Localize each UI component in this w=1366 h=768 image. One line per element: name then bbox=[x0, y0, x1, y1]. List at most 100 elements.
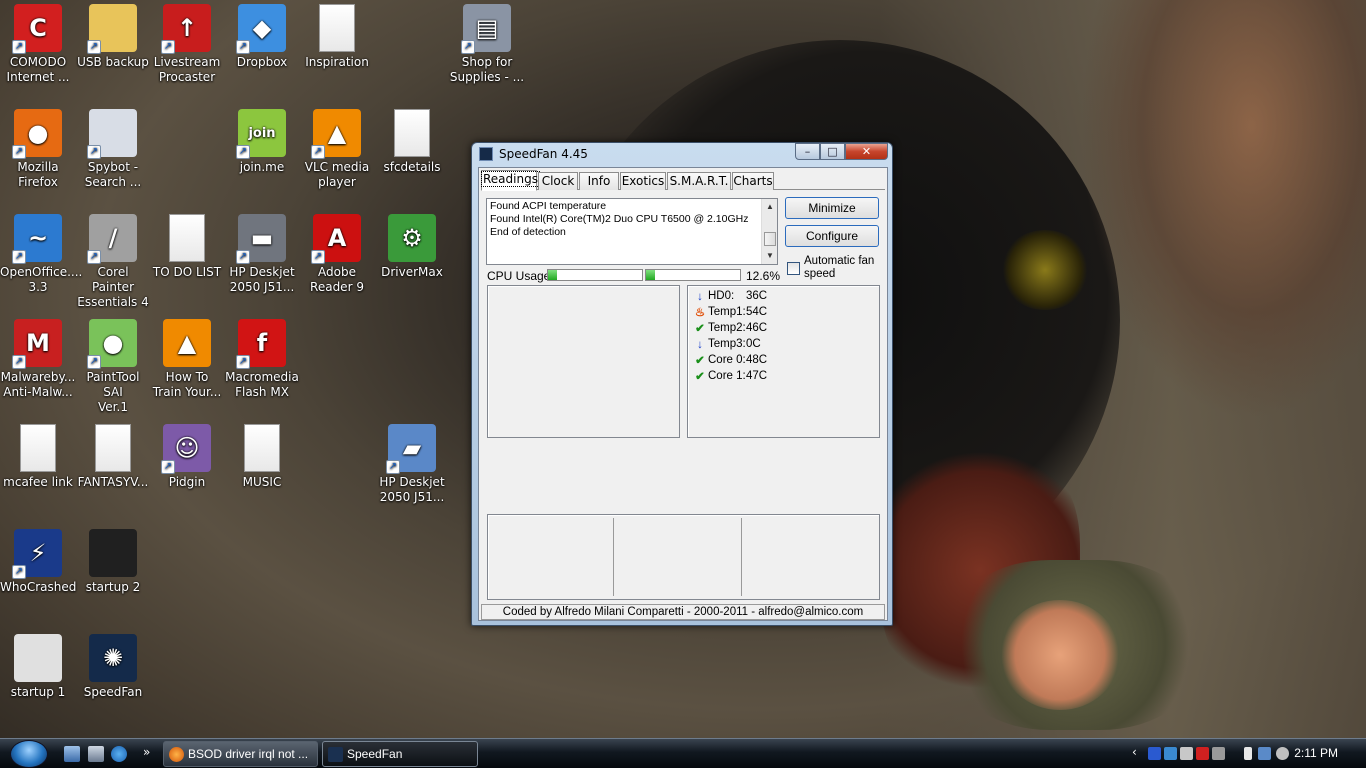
desktop-icon[interactable]: A ↗ Adobe Reader 9 bbox=[299, 210, 375, 295]
flash-icon: f ↗ bbox=[236, 319, 286, 369]
desktop-icon[interactable]: M ↗ Malwareby... Anti-Malw... bbox=[0, 315, 76, 400]
start-button[interactable] bbox=[10, 740, 48, 768]
desktop-icon[interactable]: ● ↗ Mozilla Firefox bbox=[0, 105, 76, 190]
log-scrollbar[interactable]: ▲ ▼ bbox=[761, 199, 777, 264]
detection-log[interactable]: Found ACPI temperature Found Intel(R) Co… bbox=[486, 198, 778, 265]
cpu-usage-bar bbox=[645, 269, 741, 281]
minimize-window-button[interactable]: – bbox=[795, 143, 820, 160]
battery-icon[interactable] bbox=[1244, 747, 1252, 760]
scroll-thumb[interactable] bbox=[764, 232, 776, 246]
desktop-icon-label: SpeedFan bbox=[83, 685, 143, 699]
configure-button[interactable]: Configure bbox=[785, 225, 879, 247]
desktop-icon-label: sfcdetails bbox=[383, 160, 441, 174]
log-line: Found ACPI temperature bbox=[490, 200, 607, 212]
show-desktop-icon[interactable] bbox=[64, 746, 80, 762]
quicklaunch-overflow-icon[interactable]: » bbox=[143, 745, 150, 759]
desktop-icon[interactable]: ▬ ↗ HP Deskjet 2050 J51... bbox=[224, 210, 300, 295]
desktop-icon[interactable]: FANTASYV... bbox=[75, 420, 151, 490]
desktop-icon-label: HP Deskjet 2050 J51... bbox=[379, 475, 445, 504]
device-icon[interactable] bbox=[1180, 747, 1193, 760]
volume-icon[interactable] bbox=[1276, 747, 1289, 760]
sensor-name: HD0: bbox=[708, 290, 735, 302]
taskbar-button-firefox[interactable]: BSOD driver irql not ... bbox=[163, 741, 318, 767]
monitor-icon[interactable] bbox=[1212, 747, 1225, 760]
switch-windows-icon[interactable] bbox=[88, 746, 104, 762]
desktop-icon-label: WhoCrashed bbox=[0, 580, 77, 594]
desktop-icon-label: Pidgin bbox=[168, 475, 206, 489]
desktop-icon[interactable]: ↑ ↗ Livestream Procaster bbox=[149, 0, 225, 85]
desktop-icon[interactable]: Inspiration bbox=[299, 0, 375, 70]
scroll-down-icon[interactable]: ▼ bbox=[762, 248, 777, 264]
desktop-icon[interactable]: ✺ SpeedFan bbox=[75, 630, 151, 700]
desktop-icon[interactable]: ~ ↗ OpenOffice.... 3.3 bbox=[0, 210, 83, 295]
tab-clock[interactable]: Clock bbox=[538, 172, 578, 190]
cpu-usage-percent: 12.6% bbox=[746, 269, 781, 283]
temperatures-panel: ↓ HD0: 36C ♨ Temp1: 54C ✔ Temp2: 46C ↓ Temp3: 0C ✔ Co… bbox=[687, 285, 880, 438]
tab-smart[interactable]: S.M.A.R.T. bbox=[667, 172, 731, 190]
desktop-icon[interactable]: ▲ ↗ VLC media player bbox=[299, 105, 375, 190]
desktop-icon[interactable]: mcafee link bbox=[0, 420, 76, 490]
desktop-icon[interactable]: ◆ ↗ Dropbox bbox=[224, 0, 300, 70]
sensor-value: 54C bbox=[746, 306, 768, 318]
scroll-up-icon[interactable]: ▲ bbox=[762, 199, 777, 215]
desktop-icon-label: Shop for Supplies - ... bbox=[449, 55, 525, 84]
shortcut-arrow-icon: ↗ bbox=[87, 40, 101, 54]
firefox-icon bbox=[169, 747, 184, 762]
desktop-icon[interactable]: ● ↗ PaintTool SAI Ver.1 bbox=[75, 315, 151, 415]
tab-charts[interactable]: Charts bbox=[732, 172, 774, 190]
desktop-icon[interactable]: TO DO LIST bbox=[149, 210, 225, 280]
close-window-button[interactable]: ✕ bbox=[845, 143, 888, 160]
desktop-icon[interactable]: MUSIC bbox=[224, 420, 300, 490]
shortcut-arrow-icon: ↗ bbox=[311, 145, 325, 159]
shortcut-arrow-icon: ↗ bbox=[12, 565, 26, 579]
tab-readings[interactable]: Readings bbox=[481, 170, 540, 191]
update-icon[interactable] bbox=[1164, 747, 1177, 760]
desktop-icon[interactable]: C ↗ COMODO Internet ... bbox=[0, 0, 76, 85]
shortcut-arrow-icon: ↗ bbox=[87, 355, 101, 369]
desktop-icon[interactable]: ↗ USB backup bbox=[75, 0, 151, 70]
taskbar-button-speedfan[interactable]: SpeedFan bbox=[322, 741, 478, 767]
adobe-reader-icon: A ↗ bbox=[311, 214, 361, 264]
temperature-row: ↓ HD0: 36C bbox=[688, 288, 879, 304]
internet-explorer-icon[interactable] bbox=[111, 746, 127, 762]
desktop-icon-label: PaintTool SAI Ver.1 bbox=[86, 370, 140, 414]
comodo-tray-icon[interactable] bbox=[1196, 747, 1209, 760]
log-line: Found Intel(R) Core(TM)2 Duo CPU T6500 @… bbox=[490, 213, 749, 225]
desktop-icon[interactable]: ⚙ DriverMax bbox=[374, 210, 450, 280]
speedfan-window[interactable]: SpeedFan 4.45 – □ ✕ Readings Clock Info … bbox=[471, 142, 893, 626]
minimize-button[interactable]: Minimize bbox=[785, 197, 879, 219]
cpu-usage-label: CPU Usage bbox=[487, 269, 551, 283]
desktop-icon[interactable]: join ↗ join.me bbox=[224, 105, 300, 175]
desktop-icon-label: OpenOffice.... 3.3 bbox=[0, 265, 83, 294]
tray-expand-icon[interactable]: ‹ bbox=[1132, 745, 1137, 759]
desktop-icon[interactable]: ▤ ↗ Shop for Supplies - ... bbox=[449, 0, 525, 85]
usb-backup-icon: ↗ bbox=[87, 4, 137, 54]
speedfan-app-icon bbox=[479, 147, 493, 161]
maximize-window-button[interactable]: □ bbox=[820, 143, 845, 160]
desktop-icon[interactable]: sfcdetails bbox=[374, 105, 450, 175]
temperature-row: ✔ Temp2: 46C bbox=[688, 320, 879, 336]
desktop-icon[interactable]: startup 2 bbox=[75, 525, 151, 595]
desktop-icon[interactable]: ☺ ↗ Pidgin bbox=[149, 420, 225, 490]
tab-info[interactable]: Info bbox=[579, 172, 619, 190]
network-icon[interactable] bbox=[1148, 747, 1161, 760]
desktop-icon[interactable]: startup 1 bbox=[0, 630, 76, 700]
desktop-icon-label: VLC media player bbox=[304, 160, 370, 189]
desktop-icon[interactable]: ↗ Spybot - Search ... bbox=[75, 105, 151, 190]
tab-exotics[interactable]: Exotics bbox=[620, 172, 666, 190]
title-bar[interactable]: SpeedFan 4.45 – □ ✕ bbox=[472, 143, 892, 165]
desktop-icon-label: Spybot - Search ... bbox=[84, 160, 142, 189]
clock[interactable]: 2:11 PM bbox=[1294, 746, 1338, 760]
wireless-icon[interactable] bbox=[1258, 747, 1271, 760]
icon-glyph: ▲ bbox=[177, 328, 197, 357]
desktop-icon[interactable]: ⚡ ↗ WhoCrashed bbox=[0, 525, 76, 595]
desktop-icon[interactable]: / ↗ Corel Painter Essentials 4 bbox=[75, 210, 151, 310]
window-client: Readings Clock Info Exotics S.M.A.R.T. C… bbox=[478, 167, 888, 621]
sensor-value: 36C bbox=[746, 290, 768, 302]
desktop-icon[interactable]: ▰ ↗ HP Deskjet 2050 J51... bbox=[374, 420, 450, 505]
desktop-icon[interactable]: ▲ How To Train Your... bbox=[149, 315, 225, 400]
desktop-icon[interactable]: f ↗ Macromedia Flash MX bbox=[224, 315, 300, 400]
dropbox-icon: ◆ ↗ bbox=[236, 4, 286, 54]
auto-fan-speed-checkbox[interactable] bbox=[787, 262, 800, 275]
temperature-row: ♨ Temp1: 54C bbox=[688, 304, 879, 320]
